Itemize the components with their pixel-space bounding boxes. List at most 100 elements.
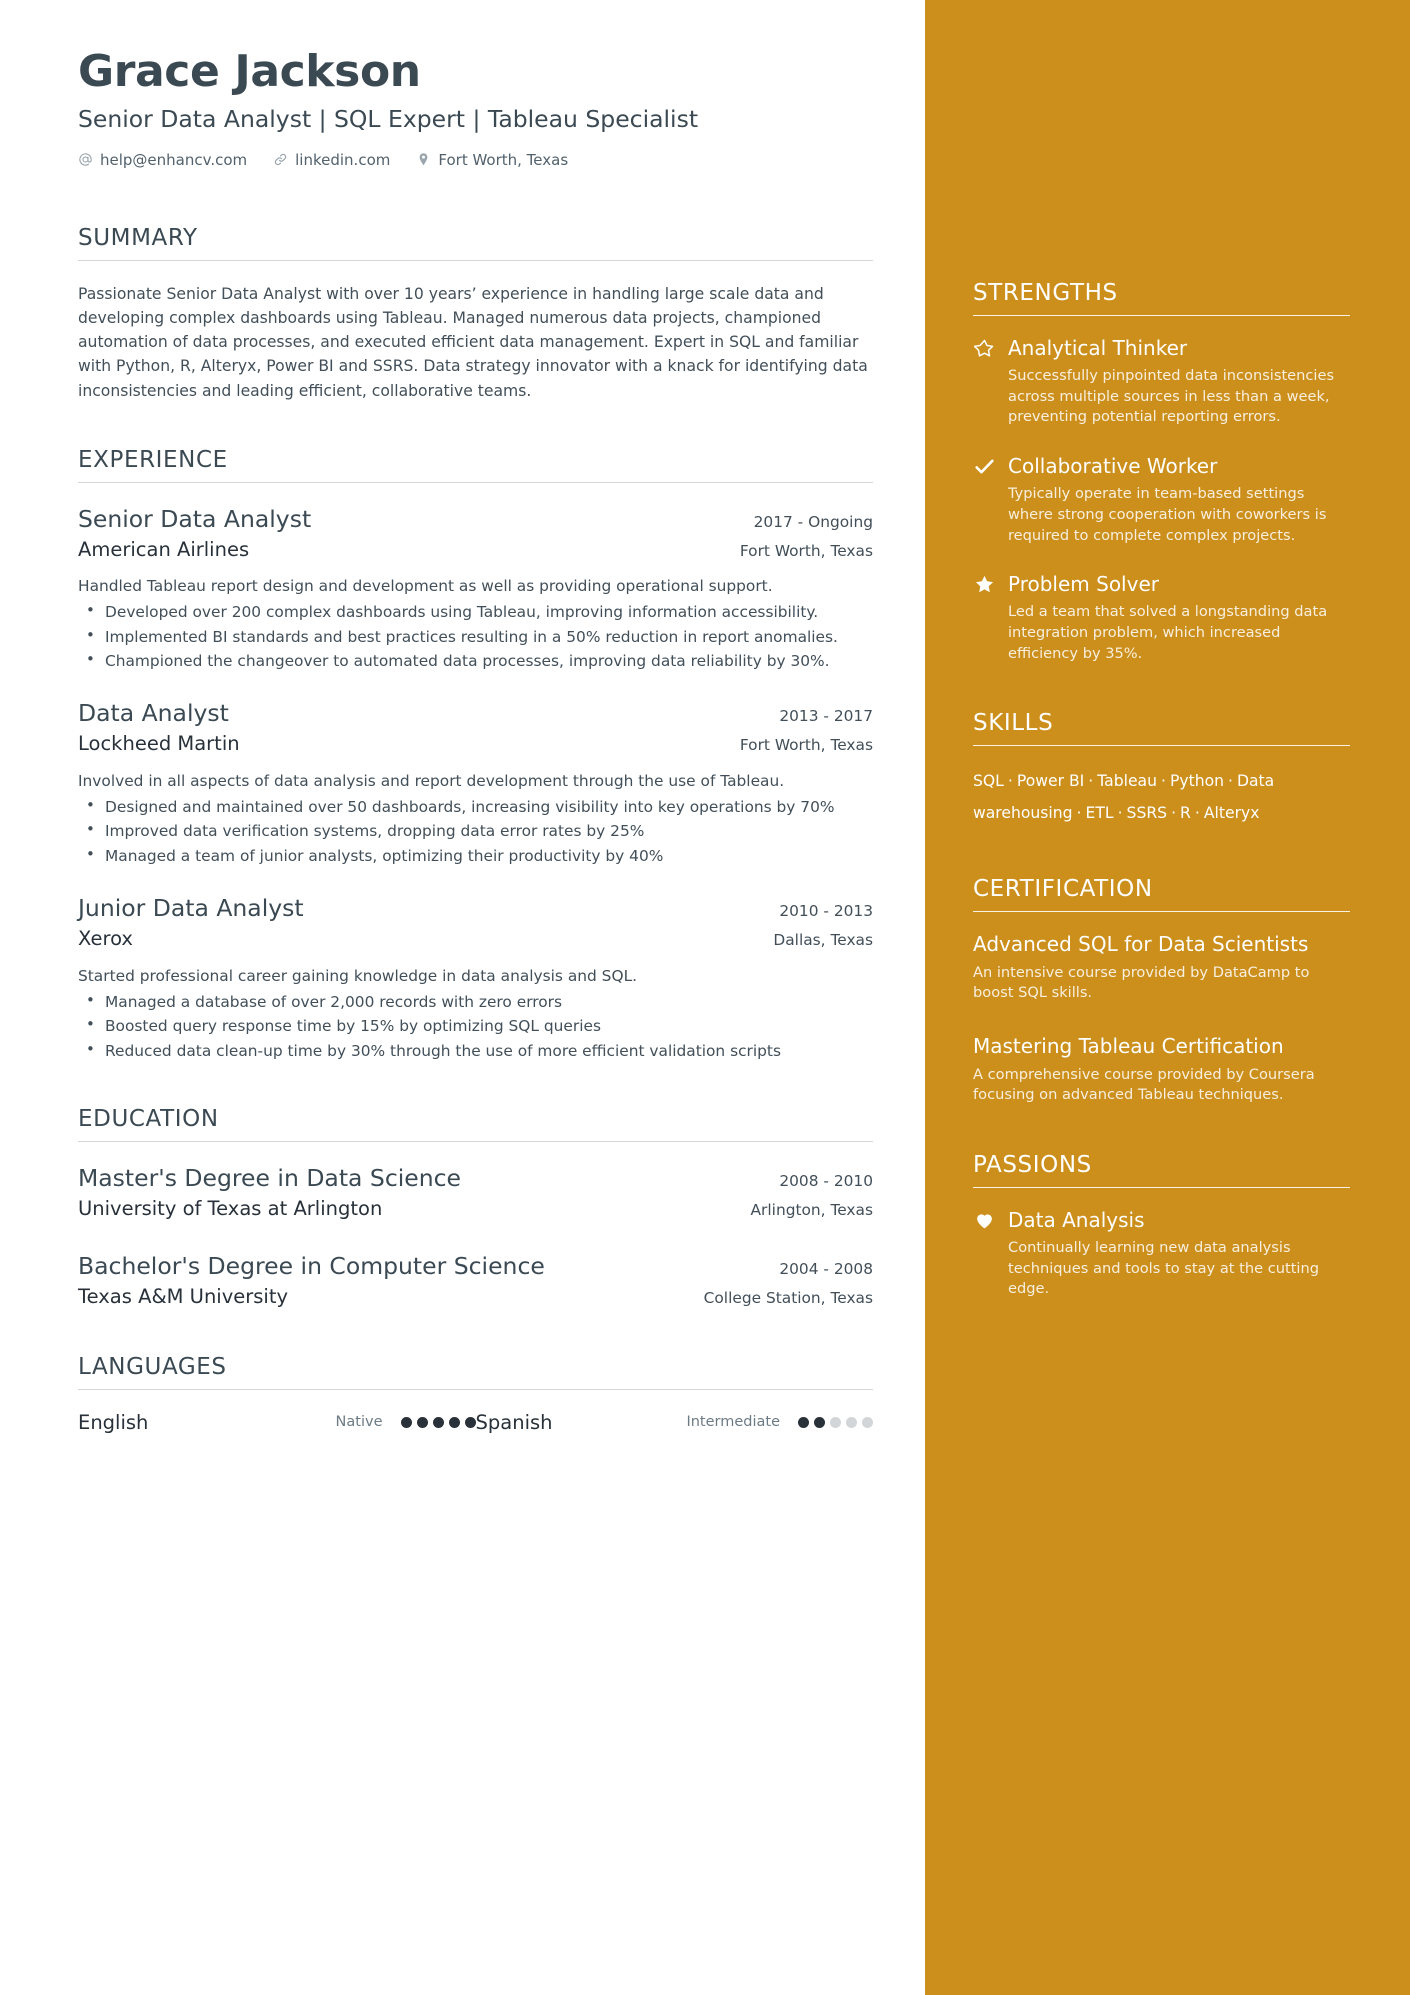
passion-title: Data Analysis (1008, 1208, 1145, 1233)
contact-linkedin-text: linkedin.com (295, 150, 391, 169)
job-bullets: Designed and maintained over 50 dashboar… (78, 795, 873, 867)
job-bullet: Developed over 200 complex dashboards us… (78, 600, 873, 623)
summary-text: Passionate Senior Data Analyst with over… (78, 284, 868, 400)
education-divider (78, 1140, 873, 1142)
job-bullet: Implemented BI standards and best practi… (78, 625, 873, 648)
languages-heading: LANGUAGES (78, 1353, 227, 1380)
language-level: Intermediate (686, 1414, 780, 1431)
strength-item: Collaborative Worker Typically operate i… (973, 454, 1350, 546)
strength-title: Problem Solver (1008, 572, 1159, 597)
skill-item: SQL (973, 772, 1004, 791)
skill-separator: · (1088, 772, 1094, 791)
certification-description: An intensive course provided by DataCamp… (973, 963, 1310, 1002)
job-role: Junior Data Analyst (78, 894, 304, 923)
job-bullet: Improved data verification systems, drop… (78, 819, 873, 842)
contact-location: Fort Worth, Texas (416, 151, 568, 169)
school-location: College Station, Texas (703, 1289, 873, 1308)
star-filled-icon (973, 574, 995, 596)
strength-item: Analytical Thinker Successfully pinpoint… (973, 336, 1350, 428)
language-name: Spanish (475, 1410, 553, 1434)
skill-item: Tableau (1097, 772, 1157, 791)
rating-dot (400, 1416, 412, 1428)
passions-divider (973, 1187, 1350, 1189)
strengths-divider (973, 315, 1350, 316)
skills-heading: SKILLS (973, 710, 1054, 737)
language-item: English Native (78, 1411, 476, 1434)
skills-divider (973, 745, 1350, 747)
passion-description: Continually learning new data analysis t… (1008, 1239, 1319, 1298)
passion-item: Data Analysis Continually learning new d… (973, 1208, 1350, 1300)
skills-list: SQL · Power BI · Tableau · Python · Data warehou… (973, 766, 1350, 830)
summary-divider (78, 259, 873, 261)
job-company: American Airlines (78, 537, 250, 561)
section-experience: EXPERIENCE Senior Data Analyst 2017 - On… (78, 447, 873, 1062)
candidate-headline: Senior Data Analyst | SQL Expert | Table… (78, 104, 699, 133)
job-bullet: Designed and maintained over 50 dashboar… (78, 795, 873, 818)
school-location: Arlington, Texas (750, 1200, 873, 1219)
certification-name: Advanced SQL for Data Scientists (973, 932, 1309, 957)
rating-dot (862, 1416, 873, 1428)
link-icon (273, 152, 288, 167)
school-name: Texas A&M University (78, 1285, 289, 1309)
strength-description: Successfully pinpointed data inconsisten… (1008, 367, 1335, 426)
contact-email[interactable]: help@enhancv.com (78, 151, 247, 169)
job-bullets: Managed a database of over 2,000 records… (78, 990, 873, 1062)
job-company: Xerox (78, 927, 133, 951)
skill-item: Alteryx (1203, 804, 1260, 823)
skill-item: R (1180, 804, 1191, 823)
rating-dot (464, 1416, 476, 1428)
strength-title: Analytical Thinker (1008, 336, 1188, 360)
rating-dot (432, 1416, 444, 1428)
job-company: Lockheed Martin (78, 732, 240, 756)
strength-item: Problem Solver Led a team that solved a … (973, 572, 1350, 664)
section-certification: CERTIFICATION Advanced SQL for Data Scie… (973, 876, 1350, 1106)
contact-list: help@enhancv.com linkedin.com Fort Worth… (78, 151, 873, 169)
job-bullet: Championed the changeover to automated d… (78, 649, 873, 672)
language-level: Native (335, 1414, 383, 1431)
contact-linkedin[interactable]: linkedin.com (273, 151, 390, 169)
job-dates: 2010 - 2013 (779, 902, 873, 921)
experience-entry: Data Analyst 2013 - 2017 Lockheed Martin… (78, 698, 873, 867)
skill-item: Python (1169, 772, 1225, 791)
rating-dot (814, 1416, 825, 1428)
main-column: Grace Jackson Senior Data Analyst | SQL … (0, 0, 925, 1995)
job-bullet: Boosted query response time by 15% by op… (78, 1014, 873, 1037)
rating-dot (448, 1416, 460, 1428)
section-education: EDUCATION Master's Degree in Data Scienc… (78, 1106, 873, 1310)
rating-dot (830, 1416, 841, 1428)
skill-item: SSRS (1126, 804, 1168, 823)
job-bullet: Managed a database of over 2,000 records… (78, 990, 873, 1013)
section-skills: SKILLS SQL · Power BI · Tableau · Python · Data … (973, 710, 1350, 830)
languages-row: English Native Spanish Intermediate (78, 1411, 873, 1434)
job-bullet: Managed a team of junior analysts, optim… (78, 844, 873, 867)
strengths-heading: STRENGTHS (973, 280, 1118, 306)
contact-location-text: Fort Worth, Texas (438, 150, 569, 169)
job-bullets: Developed over 200 complex dashboards us… (78, 600, 873, 672)
certification-description: A comprehensive course provided by Cours… (973, 1065, 1315, 1104)
certification-item: Advanced SQL for Data Scientists An inte… (973, 932, 1350, 1004)
strength-description: Led a team that solved a longstanding da… (1008, 603, 1328, 662)
skill-separator: · (1117, 804, 1123, 823)
job-description: Started professional career gaining know… (78, 966, 638, 985)
skill-separator: · (1228, 772, 1233, 791)
experience-divider (78, 481, 873, 483)
strength-title: Collaborative Worker (1008, 454, 1218, 479)
location-pin-icon (416, 152, 431, 167)
section-languages: LANGUAGES English Native Spanish Interme… (78, 1354, 873, 1434)
job-description: Involved in all aspects of data analysis… (78, 771, 785, 790)
degree-title: Master's Degree in Data Science (78, 1163, 461, 1192)
skill-separator: · (1171, 804, 1177, 823)
contact-email-text: help@enhancv.com (100, 150, 248, 169)
job-description: Handled Tableau report design and develo… (78, 577, 773, 596)
skill-separator: · (1160, 772, 1166, 791)
strength-description: Typically operate in team-based settings… (1008, 485, 1327, 544)
section-strengths: STRENGTHS Analytical Thinker Successfull… (973, 280, 1350, 664)
school-name: University of Texas at Arlington (78, 1196, 383, 1220)
degree-dates: 2008 - 2010 (779, 1171, 873, 1190)
certification-heading: CERTIFICATION (973, 876, 1153, 903)
education-heading: EDUCATION (78, 1105, 219, 1132)
certification-divider (973, 911, 1350, 913)
experience-entry: Senior Data Analyst 2017 - Ongoing Ameri… (78, 504, 873, 673)
degree-dates: 2004 - 2008 (779, 1260, 873, 1279)
rating-dot (798, 1416, 809, 1428)
